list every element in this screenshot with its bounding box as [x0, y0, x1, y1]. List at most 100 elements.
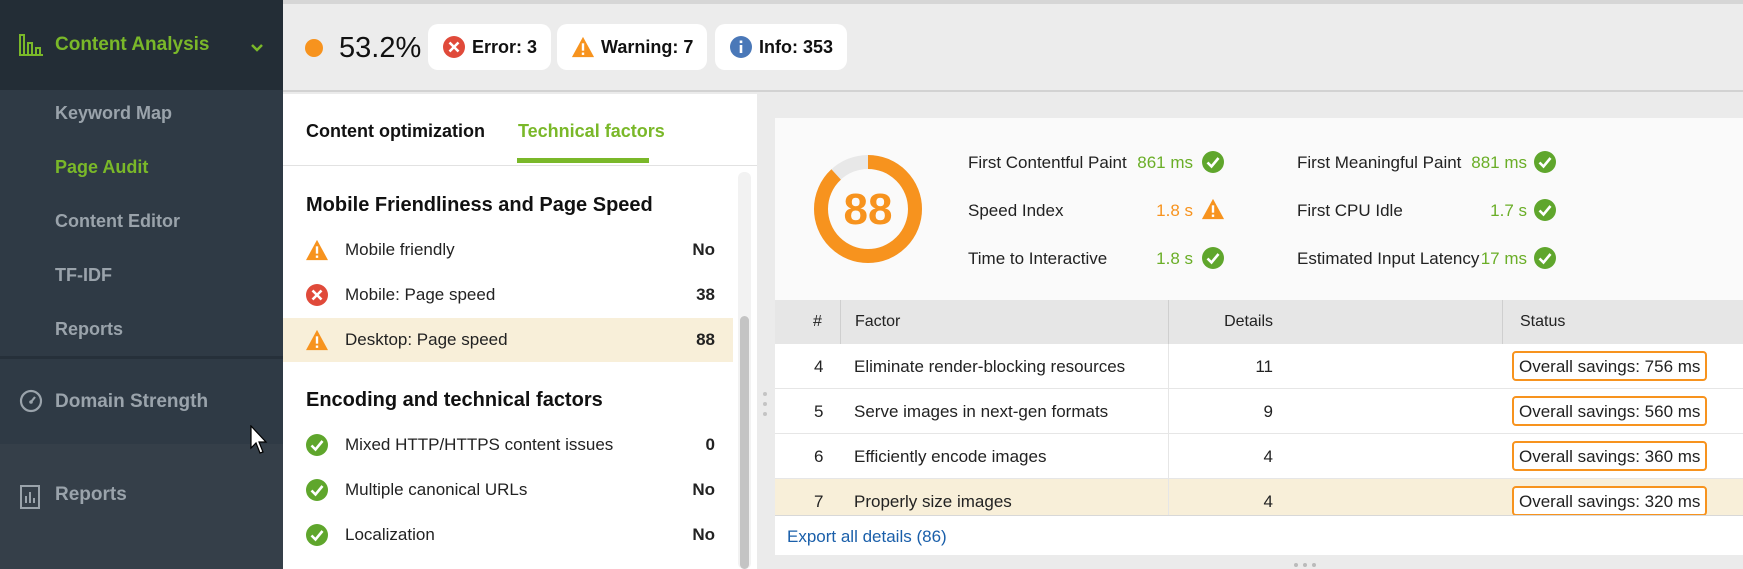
status-badge: Overall savings: 320 ms	[1512, 486, 1708, 516]
warning-icon	[571, 35, 595, 59]
column-divider	[1168, 344, 1169, 388]
factor-value: No	[692, 480, 715, 499]
tab-content-optimization[interactable]: Content optimization	[306, 121, 485, 142]
table-row[interactable]: 4 Eliminate render-blocking resources 11…	[775, 344, 1743, 389]
speed-score-value: 88	[844, 185, 893, 234]
status-badge: Overall savings: 560 ms	[1512, 396, 1708, 426]
table-row[interactable]: 5 Serve images in next-gen formats 9 Ove…	[775, 389, 1743, 434]
check-icon	[305, 523, 329, 547]
factor-label: Mobile friendly	[345, 240, 455, 259]
status-badge: Overall savings: 360 ms	[1512, 441, 1708, 471]
metric-label: First Contentful Paint	[968, 153, 1127, 172]
row-details: 11	[1255, 357, 1273, 376]
chevron-down-icon[interactable]	[251, 36, 263, 58]
report-icon	[18, 484, 44, 510]
factor-value: 88	[696, 330, 715, 349]
active-tab-indicator	[517, 158, 649, 163]
factor-label: Localization	[345, 525, 435, 544]
factor-label: Multiple canonical URLs	[345, 480, 528, 499]
overall-score: 53.2%	[339, 32, 422, 64]
metric-label: Time to Interactive	[968, 249, 1108, 268]
column-header-num[interactable]: #	[813, 313, 822, 331]
factor-label: Mobile: Page speed	[345, 285, 496, 304]
metric-value: 17 ms	[1480, 249, 1527, 268]
factor-row[interactable]: Mobile: Page speed 38	[283, 273, 733, 317]
sidebar-item-label: Domain Strength	[55, 391, 209, 412]
row-details: 4	[1263, 447, 1273, 466]
column-divider	[840, 300, 841, 344]
row-factor: Properly size images	[854, 492, 1012, 511]
row-number: 4	[814, 357, 824, 376]
column-divider	[1168, 300, 1169, 344]
row-number: 7	[814, 492, 824, 511]
factors-panel: Content optimization Technical factors M…	[283, 94, 757, 569]
metric-label: Speed Index	[968, 201, 1064, 220]
sidebar-item-label: Content Analysis	[55, 34, 210, 55]
factor-row[interactable]: Localization No	[283, 513, 733, 557]
check-icon	[1534, 199, 1556, 221]
panel-resize-handle[interactable]	[762, 390, 768, 418]
column-divider	[1502, 300, 1503, 344]
factor-label: Desktop: Page speed	[345, 330, 508, 349]
check-icon	[1202, 247, 1224, 269]
resize-handle-bottom[interactable]	[1293, 562, 1317, 568]
error-icon	[305, 283, 329, 307]
row-details: 4	[1263, 492, 1273, 511]
metric-value: 1.8 s	[1156, 249, 1193, 268]
row-factor: Serve images in next-gen formats	[854, 402, 1109, 421]
row-details: 9	[1263, 402, 1273, 421]
check-icon	[1202, 151, 1224, 173]
export-details-link[interactable]: Export all details (86)	[787, 527, 947, 547]
metric-value: 881 ms	[1471, 153, 1527, 172]
summary-bar: 53.2% Error: 3 Warning: 7 Info: 353	[283, 0, 1743, 92]
sidebar-sub-page-audit[interactable]: Page Audit	[55, 157, 148, 178]
scrollbar-thumb[interactable]	[740, 316, 749, 569]
sidebar-sub-tf-idf[interactable]: TF-IDF	[55, 265, 112, 286]
error-count: Error: 3	[472, 36, 538, 57]
warning-icon	[305, 328, 329, 352]
factor-row[interactable]: Multiple canonical URLs No	[283, 468, 733, 512]
factor-row[interactable]: Mobile friendly No	[283, 228, 733, 272]
check-icon	[1534, 247, 1556, 269]
factor-value: No	[692, 525, 715, 544]
factor-row-selected[interactable]: Desktop: Page speed 88	[283, 318, 733, 362]
check-icon	[1534, 151, 1556, 173]
mouse-cursor-icon	[250, 425, 268, 454]
content-analysis-icon	[18, 32, 44, 58]
table-row[interactable]: 6 Efficiently encode images 4 Overall sa…	[775, 434, 1743, 479]
sidebar-item-reports[interactable]: Reports	[0, 444, 283, 569]
warning-icon	[305, 238, 329, 262]
metric-value: 1.7 s	[1490, 201, 1527, 220]
row-number: 5	[814, 402, 824, 421]
info-filter-button[interactable]: Info: 353	[715, 24, 848, 70]
status-badge: Overall savings: 756 ms	[1512, 351, 1708, 381]
error-filter-button[interactable]: Error: 3	[428, 24, 552, 70]
warning-filter-button[interactable]: Warning: 7	[557, 24, 708, 70]
check-icon	[305, 433, 329, 457]
factor-row[interactable]: Mixed HTTP/HTTPS content issues 0	[283, 423, 733, 467]
info-count: Info: 353	[759, 36, 834, 57]
tab-divider	[283, 165, 757, 166]
sidebar-item-content-analysis[interactable]: Content Analysis	[0, 0, 283, 90]
gauge-icon	[18, 388, 44, 414]
column-header-details[interactable]: Details	[1224, 313, 1273, 331]
column-header-factor[interactable]: Factor	[855, 313, 900, 331]
warning-icon	[1201, 198, 1225, 220]
factor-value: No	[692, 240, 715, 259]
column-divider	[1168, 434, 1169, 478]
tab-technical-factors[interactable]: Technical factors	[518, 121, 665, 142]
factor-label: Mixed HTTP/HTTPS content issues	[345, 435, 614, 454]
warning-count: Warning: 7	[601, 36, 694, 57]
sidebar-sub-reports[interactable]: Reports	[55, 319, 123, 340]
metric-label: First Meaningful Paint	[1297, 153, 1462, 172]
section-title-mobile: Mobile Friendliness and Page Speed	[306, 194, 653, 216]
column-header-status[interactable]: Status	[1520, 313, 1565, 331]
column-divider	[1168, 389, 1169, 433]
section-title-encoding: Encoding and technical factors	[306, 389, 603, 411]
sidebar-item-domain-strength[interactable]: Domain Strength	[0, 358, 283, 444]
sidebar-sub-content-editor[interactable]: Content Editor	[55, 211, 180, 232]
sidebar-sub-keyword-map[interactable]: Keyword Map	[55, 103, 172, 124]
row-factor: Eliminate render-blocking resources	[854, 357, 1126, 376]
table-header: # Factor Details Status	[775, 300, 1743, 344]
sidebar-item-label: Reports	[55, 484, 127, 505]
